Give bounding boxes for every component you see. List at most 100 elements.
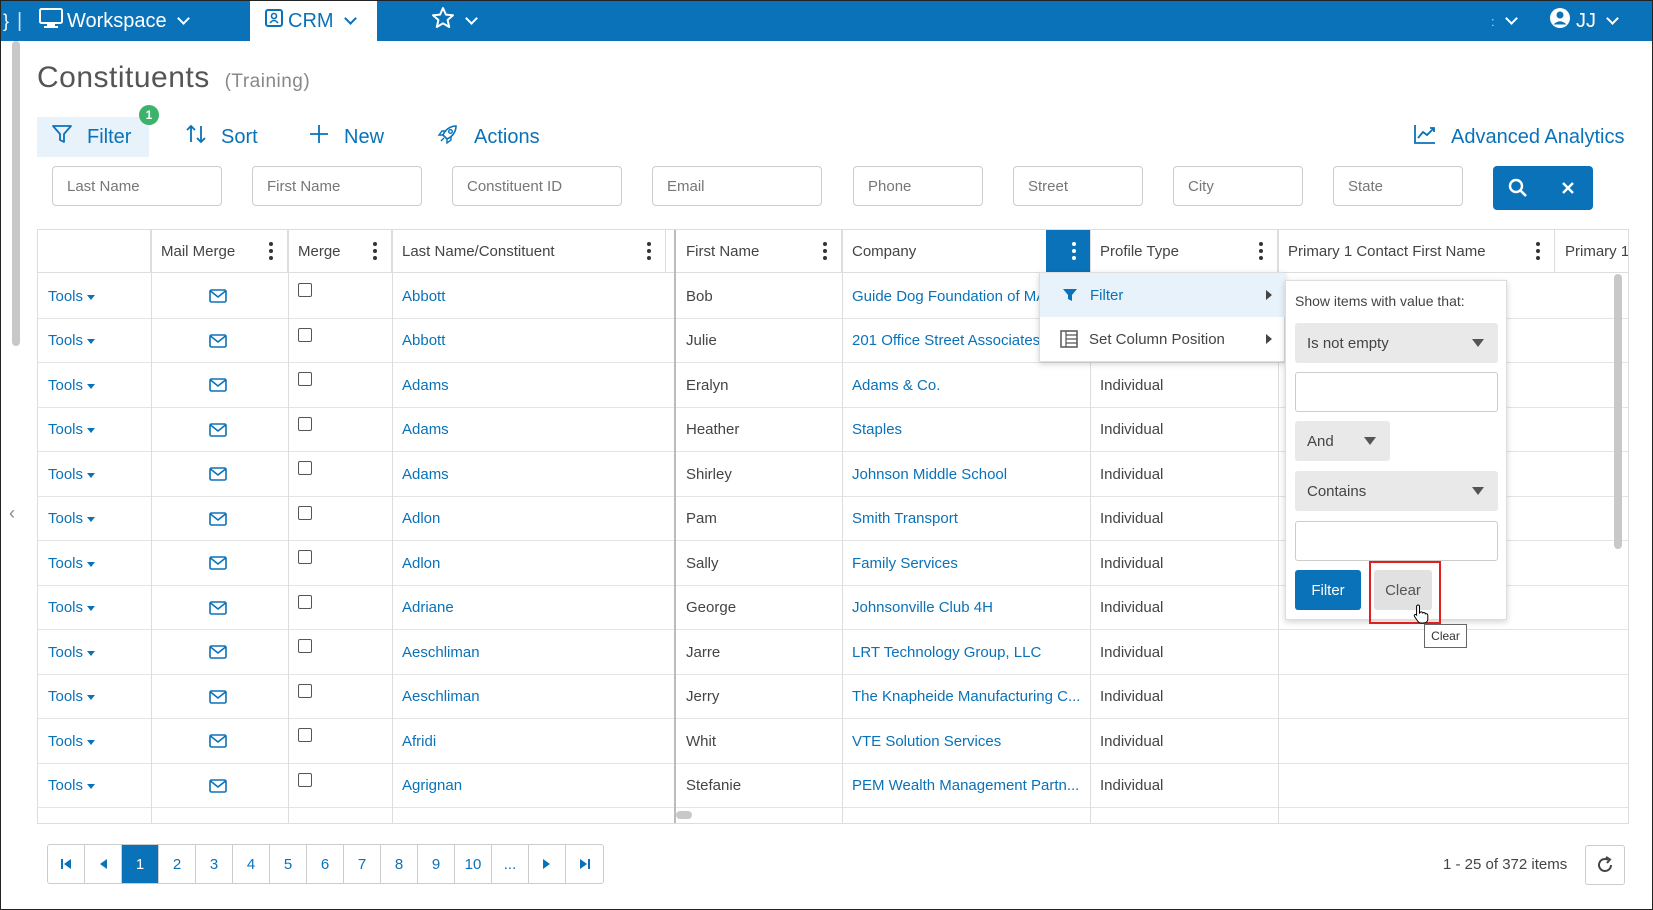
column-menu-icon[interactable] [823,242,827,260]
mail-merge-button[interactable] [151,586,288,630]
tools-menu[interactable]: Tools [38,497,151,541]
merge-checkbox[interactable] [298,327,312,342]
refresh-button[interactable] [1585,845,1625,885]
favorites-menu[interactable] [431,1,478,41]
page-button[interactable]: 3 [196,845,233,883]
header-primary-1[interactable]: Primary 1 [1555,230,1628,273]
merge-checkbox[interactable] [298,505,312,520]
header-company[interactable]: Company [842,230,1090,273]
tools-menu[interactable]: Tools [38,630,151,674]
page-button[interactable]: 4 [233,845,270,883]
chevron-left-icon[interactable]: ‹ [9,503,15,524]
merge-checkbox[interactable] [298,283,312,297]
company-link[interactable]: VTE Solution Services [842,719,1080,763]
last-page-button[interactable] [566,845,603,883]
search-button[interactable] [1493,166,1543,210]
company-link[interactable]: PEM Wealth Management Partn... [842,764,1080,808]
mail-merge-button[interactable] [151,630,288,674]
horizontal-scrollbar[interactable] [676,811,692,819]
scroll-thumb[interactable] [12,41,20,346]
filter-value-2-input[interactable] [1295,521,1498,561]
merge-checkbox[interactable] [298,372,312,386]
first-name-field[interactable] [252,166,422,206]
filter-operator-1-select[interactable]: Is not empty [1295,323,1498,363]
apply-filter-button[interactable]: Filter [1295,570,1361,610]
header-last-name[interactable]: Last Name/Constituent [392,230,666,273]
constituent-id-field[interactable] [452,166,622,206]
phone-field[interactable] [853,166,983,206]
first-page-button[interactable] [48,845,85,883]
column-menu-position-item[interactable]: Set Column Position [1040,317,1286,361]
page-button[interactable]: 5 [270,845,307,883]
last-name-link[interactable]: Adriane [392,586,666,630]
last-name-link[interactable]: Adlon [392,497,666,541]
mail-merge-button[interactable] [151,764,288,808]
new-button[interactable]: New [308,117,384,157]
tools-menu[interactable]: Tools [38,274,151,318]
header-profile-type[interactable]: Profile Type [1090,230,1278,273]
page-button[interactable]: 10 [455,845,492,883]
last-name-link[interactable]: Agrignan [392,764,666,808]
header-mail-merge[interactable]: Mail Merge [151,230,288,273]
company-link[interactable]: Smith Transport [842,497,1080,541]
actions-button[interactable]: Actions [436,117,540,157]
tools-menu[interactable]: Tools [38,363,151,407]
column-menu-icon[interactable] [373,242,377,260]
last-name-link[interactable]: Aeschliman [392,675,666,719]
last-name-link[interactable]: Abbott [392,319,666,363]
next-page-button[interactable] [529,845,566,883]
company-link[interactable]: Family Services [842,541,1080,585]
last-name-link[interactable]: Abbott [392,274,666,318]
tools-menu[interactable]: Tools [38,719,151,763]
column-menu-icon[interactable] [1259,242,1263,260]
advanced-analytics-button[interactable]: Advanced Analytics [1413,117,1624,157]
crm-tab[interactable]: CRM [250,1,377,41]
page-button[interactable]: 8 [381,845,418,883]
sort-button[interactable]: Sort [185,117,258,157]
merge-checkbox[interactable] [298,461,312,475]
merge-checkbox[interactable] [298,683,312,698]
filter-logic-select[interactable]: And [1295,421,1390,461]
last-name-field[interactable] [52,166,222,206]
last-name-link[interactable]: Aeschliman [392,630,666,674]
prev-page-button[interactable] [85,845,122,883]
tools-menu[interactable]: Tools [38,452,151,496]
company-link[interactable]: The Knapheide Manufacturing C... [842,675,1080,719]
company-link[interactable]: Staples [842,408,1080,452]
tools-menu[interactable]: Tools [38,319,151,363]
header-primary-contact-first-name[interactable]: Primary 1 Contact First Name [1278,230,1555,273]
tools-menu[interactable]: Tools [38,408,151,452]
column-menu-icon[interactable] [647,242,651,260]
filter-button[interactable]: Filter [37,117,149,157]
city-field[interactable] [1173,166,1303,206]
user-menu[interactable]: JJ [1549,1,1619,41]
tools-menu[interactable]: Tools [38,675,151,719]
column-menu-icon[interactable] [269,242,273,260]
column-menu-icon[interactable] [1536,242,1540,260]
company-link[interactable]: Adams & Co. [842,363,1080,407]
merge-checkbox[interactable] [298,594,312,609]
mail-merge-button[interactable] [151,408,288,452]
page-button[interactable]: 9 [418,845,455,883]
company-link[interactable]: LRT Technology Group, LLC [842,630,1080,674]
frozen-column-divider[interactable] [674,230,676,823]
email-field[interactable] [652,166,822,206]
workspace-menu[interactable]: Workspace [39,1,190,41]
header-merge[interactable]: Merge [288,230,392,273]
merge-checkbox[interactable] [298,728,312,742]
page-button[interactable]: 2 [159,845,196,883]
column-menu-button-active[interactable] [1046,230,1090,273]
mail-merge-button[interactable] [151,274,288,318]
merge-checkbox[interactable] [298,416,312,431]
mail-merge-button[interactable] [151,675,288,719]
page-button[interactable]: 7 [344,845,381,883]
last-name-link[interactable]: Afridi [392,719,666,763]
last-name-link[interactable]: Adams [392,452,666,496]
vertical-scrollbar[interactable] [1614,274,1622,549]
tools-menu[interactable]: Tools [38,541,151,585]
mail-merge-button[interactable] [151,541,288,585]
filter-operator-2-select[interactable]: Contains [1295,471,1498,511]
mail-merge-button[interactable] [151,363,288,407]
mail-merge-button[interactable] [151,319,288,363]
app-switcher-icon[interactable]: } | [3,1,22,41]
